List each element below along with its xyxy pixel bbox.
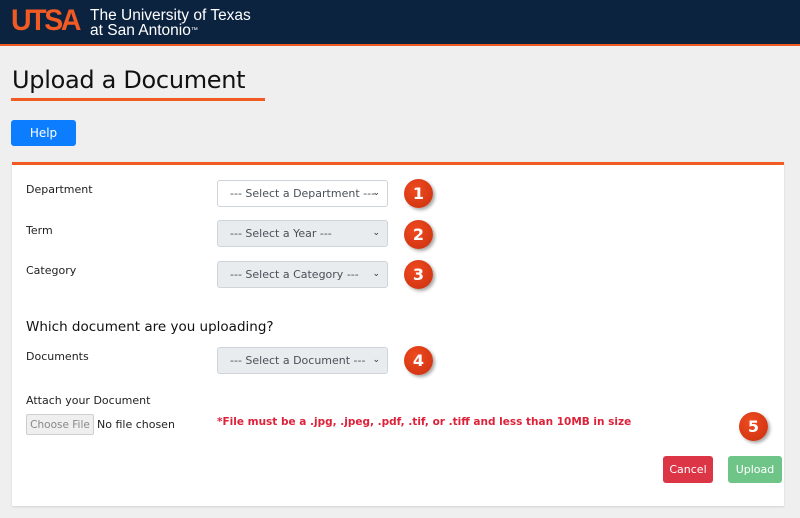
step-badge-5: 5 — [739, 412, 768, 441]
file-requirements-note: *File must be a .jpg, .jpeg, .pdf, .tif,… — [217, 416, 632, 428]
attach-document-label: Attach your Document — [26, 394, 151, 407]
chevron-down-icon: ⌄ — [372, 188, 380, 198]
department-select[interactable]: --- Select a Department --- ⌄ — [217, 180, 388, 207]
documents-select-value: --- Select a Document --- — [230, 354, 366, 367]
trademark: ™ — [190, 27, 198, 34]
site-header: UTSA The University of Texas at San Anto… — [0, 0, 800, 44]
category-select[interactable]: --- Select a Category --- ⌄ — [217, 261, 388, 288]
document-section-heading: Which document are you uploading? — [26, 319, 274, 335]
utsa-logo[interactable]: UTSA — [11, 6, 81, 36]
category-label: Category — [26, 264, 77, 277]
university-name: The University of Texas at San Antonio™ — [90, 7, 251, 39]
university-name-line1: The University of Texas — [90, 7, 251, 24]
chevron-down-icon: ⌄ — [372, 355, 380, 365]
term-label: Term — [26, 224, 53, 237]
header-accent-stripe — [0, 44, 800, 46]
page-title: Upload a Document — [12, 66, 246, 94]
step-badge-2: 2 — [404, 220, 433, 249]
department-select-value: --- Select a Department --- — [230, 187, 376, 200]
choose-file-button[interactable]: Choose File — [26, 414, 94, 435]
file-status: No file chosen — [97, 418, 175, 431]
documents-label: Documents — [26, 350, 89, 363]
department-label: Department — [26, 183, 93, 196]
step-badge-4: 4 — [404, 346, 433, 375]
chevron-down-icon: ⌄ — [372, 269, 380, 279]
cancel-button[interactable]: Cancel — [663, 456, 713, 483]
category-select-value: --- Select a Category --- — [230, 268, 359, 281]
help-button[interactable]: Help — [11, 120, 76, 146]
term-select[interactable]: --- Select a Year --- ⌄ — [217, 220, 388, 247]
title-underline — [11, 98, 265, 101]
chevron-down-icon: ⌄ — [372, 228, 380, 238]
university-name-line2: at San Antonio — [90, 22, 191, 39]
documents-select[interactable]: --- Select a Document --- ⌄ — [217, 347, 388, 374]
step-badge-3: 3 — [404, 260, 433, 289]
term-select-value: --- Select a Year --- — [230, 227, 332, 240]
upload-button[interactable]: Upload — [728, 456, 782, 483]
upload-form-card: Department --- Select a Department --- ⌄… — [12, 162, 784, 506]
step-badge-1: 1 — [404, 179, 433, 208]
